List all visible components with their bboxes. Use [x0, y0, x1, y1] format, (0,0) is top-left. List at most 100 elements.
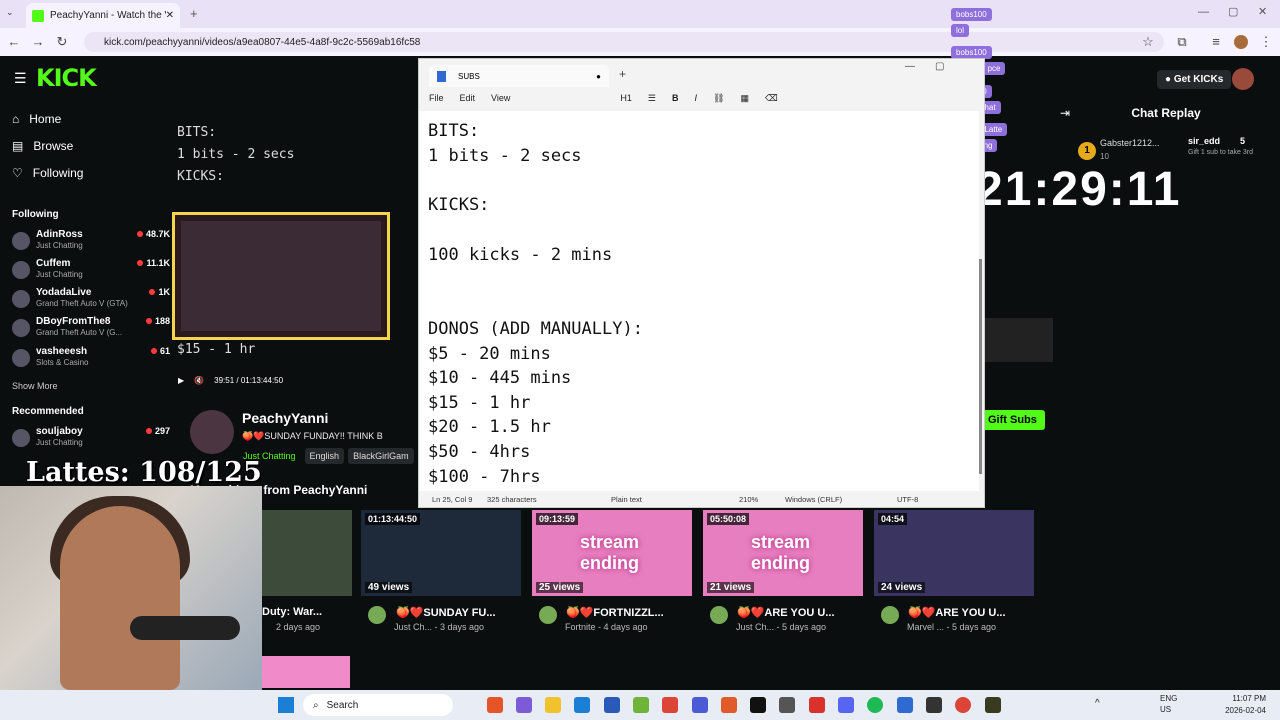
new-tab-icon[interactable]: + — [619, 67, 626, 81]
sidebar-label: Browse — [33, 139, 74, 153]
sidebar-item-following[interactable]: ♡ Following — [12, 166, 83, 180]
language-indicator[interactable]: ENG US — [1160, 693, 1177, 715]
file-explorer-icon[interactable] — [545, 697, 561, 713]
close-tab-icon[interactable]: ✕ — [166, 10, 174, 21]
app-icon[interactable] — [633, 697, 649, 713]
app-icon[interactable] — [721, 697, 737, 713]
discord-icon[interactable] — [838, 697, 854, 713]
bold-icon[interactable]: B — [672, 93, 679, 103]
chat-user[interactable]: sir_edd — [1188, 136, 1220, 146]
app-icon[interactable] — [516, 697, 532, 713]
back-icon[interactable]: ← — [6, 34, 22, 49]
menu-edit[interactable]: Edit — [460, 93, 476, 103]
reload-icon[interactable]: ↻ — [54, 34, 70, 50]
scrollbar[interactable] — [979, 259, 982, 474]
gift-subs-button[interactable]: Gift Subs — [980, 410, 1045, 430]
app-icon[interactable] — [985, 697, 1001, 713]
channel-avatar[interactable] — [190, 410, 234, 454]
video-meta: Just Ch... - 5 days ago — [736, 622, 827, 632]
app-icon[interactable] — [487, 697, 503, 713]
gifter-name[interactable]: Gabster1212... — [1100, 138, 1160, 148]
video-thumbnail[interactable]: 05:50:08 stream ending 21 views — [703, 510, 863, 596]
spotify-icon[interactable] — [867, 697, 883, 713]
notepad-tab[interactable]: SUBS ● — [429, 65, 609, 87]
notepad-taskbar-icon[interactable] — [897, 697, 913, 713]
link-icon[interactable]: ⛓ — [713, 93, 724, 104]
text-line: $5 - 20 mins — [428, 344, 551, 364]
video-thumbnail[interactable] — [262, 656, 350, 688]
maximize-icon[interactable]: ▢ — [1228, 5, 1238, 18]
channel-item[interactable]: AdinRoss Just Chatting 48.7K — [12, 229, 170, 257]
video-thumbnail[interactable]: 01:13:44:50 49 views — [361, 510, 521, 596]
menu-dots-icon[interactable]: ⋮ — [1258, 34, 1274, 50]
user-avatar[interactable] — [1232, 68, 1254, 90]
bookmark-star-icon[interactable]: ☆ — [1140, 34, 1156, 50]
video-title[interactable]: 🍑❤️ARE YOU U... — [908, 606, 1006, 619]
new-tab-icon[interactable]: + — [190, 6, 198, 21]
player-time: 39:51 / 01:13:44:50 — [214, 375, 284, 385]
list-icon[interactable]: ☰ — [648, 93, 656, 104]
channel-title[interactable]: PeachyYanni — [242, 410, 328, 426]
video-thumbnail[interactable]: 09:13:59 stream ending 25 views — [532, 510, 692, 596]
zoom-level[interactable]: 210% — [739, 495, 758, 504]
tiktok-icon[interactable] — [750, 697, 766, 713]
tray-chevron-icon[interactable]: ^ — [1095, 698, 1100, 709]
video-title[interactable]: 🍑❤️SUNDAY FU... — [396, 606, 496, 619]
url-field[interactable]: kick.com/peachyyanni/videos/a9ea0807-44e… — [84, 32, 1164, 52]
profile-avatar[interactable] — [1234, 35, 1248, 49]
chrome-icon[interactable] — [955, 697, 971, 713]
app-icon[interactable] — [809, 697, 825, 713]
kick-logo[interactable]: KICK — [36, 64, 106, 92]
channel-item[interactable]: vasheeesh Slots & Casino 61 — [12, 346, 170, 374]
video-title[interactable]: 🍑❤️FORTNIZZL... — [566, 606, 664, 619]
hamburger-menu-icon[interactable]: ☰ — [14, 70, 27, 87]
play-icon[interactable]: ▶ — [178, 376, 184, 385]
video-age: 5 days ago — [952, 622, 997, 632]
maximize-icon[interactable]: ▢ — [935, 61, 944, 72]
unsaved-dot-icon[interactable]: ● — [596, 72, 601, 81]
sidebar-item-home[interactable]: ⌂ Home — [12, 112, 61, 126]
channel-item[interactable]: souljaboy Just Chatting 297 — [12, 426, 170, 454]
channel-item[interactable]: DBoyFromThe8 Grand Theft Auto V (G... 188 — [12, 316, 170, 344]
taskbar-search[interactable]: ⌕ Search — [303, 694, 453, 716]
avatar — [12, 429, 30, 447]
channel-item[interactable]: Cuffem Just Chatting 11.1K — [12, 258, 170, 286]
show-more-link[interactable]: Show More — [12, 381, 58, 391]
browser-tab[interactable]: PeachyYanni - Watch the VOD ✕ — [26, 3, 180, 28]
menu-file[interactable]: File — [429, 93, 444, 103]
edge-icon[interactable] — [574, 697, 590, 713]
sidebar-item-browse[interactable]: ▤ Browse — [12, 139, 73, 153]
video-title[interactable]: 🍑❤️ARE YOU U... — [737, 606, 835, 619]
extensions-icon[interactable]: ⧉ — [1174, 34, 1190, 50]
obs-icon[interactable] — [926, 697, 942, 713]
chrome-icon[interactable] — [662, 697, 678, 713]
video-title[interactable]: Duty: War... — [262, 606, 322, 618]
reading-list-icon[interactable]: ≡ — [1208, 34, 1224, 49]
app-icon[interactable] — [779, 697, 795, 713]
language-tag[interactable]: English — [304, 448, 345, 464]
menu-view[interactable]: View — [491, 93, 510, 103]
table-icon[interactable]: ▦ — [740, 93, 749, 104]
minimize-icon[interactable]: — — [905, 61, 915, 72]
app-icon[interactable] — [604, 697, 620, 713]
forward-icon[interactable]: → — [30, 34, 46, 49]
video-thumbnail[interactable] — [262, 510, 352, 596]
mute-icon[interactable]: 🔇 — [194, 376, 204, 385]
video-thumbnail[interactable]: 04:54 24 views — [874, 510, 1034, 596]
get-kicks-button[interactable]: ● Get KICKs — [1157, 70, 1232, 89]
channel-item[interactable]: YodadaLive Grand Theft Auto V (GTA) 1K — [12, 287, 170, 315]
minimize-icon[interactable]: — — [1198, 6, 1209, 18]
app-icon[interactable] — [692, 697, 708, 713]
clock[interactable]: 11:07 PM 2026-02-04 — [1225, 693, 1266, 717]
close-window-icon[interactable]: ✕ — [1258, 5, 1267, 18]
italic-icon[interactable]: I — [694, 93, 697, 103]
tab-list-icon[interactable]: ⌄ — [6, 7, 14, 18]
heading-dropdown[interactable]: H1 — [620, 93, 632, 103]
clear-format-icon[interactable]: ⌫ — [765, 93, 778, 104]
notepad-editor[interactable]: BITS: 1 bits - 2 secs KICKS: 100 kicks -… — [419, 111, 979, 491]
following-header: Following — [12, 209, 59, 220]
gifter-badge-icon: 1 — [1078, 142, 1096, 160]
chat-bubble: bobs100 — [951, 8, 992, 21]
custom-tag[interactable]: BlackGirlGam — [348, 448, 414, 464]
windows-start-icon[interactable] — [278, 697, 294, 713]
